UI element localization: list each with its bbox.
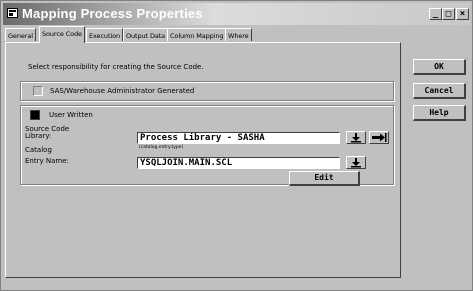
catalog-label: Catalog xyxy=(25,146,52,154)
minimize-button[interactable]: _ xyxy=(429,8,442,20)
edit-button[interactable]: Edit xyxy=(289,171,360,186)
tab-execution[interactable]: Execution xyxy=(86,28,123,41)
help-button[interactable]: Help xyxy=(413,105,466,121)
properties-window: Mapping Process Properties _ □ × General… xyxy=(0,0,473,291)
library-label: Library: xyxy=(25,132,52,140)
catalog-hint: (catalog.entry.type) xyxy=(139,145,184,150)
right-arrow-icon xyxy=(372,133,387,142)
tab-column-mapping[interactable]: Column Mapping xyxy=(167,28,227,41)
entry-name-select-button[interactable] xyxy=(346,156,366,169)
entry-name-field[interactable]: YSQLJOIN.MAIN.SCL xyxy=(137,157,340,169)
close-button[interactable]: × xyxy=(456,8,469,20)
instruction-text: Select responsibility for creating the S… xyxy=(28,63,204,71)
user-written-radio[interactable] xyxy=(30,110,40,120)
tab-general[interactable]: General xyxy=(5,28,36,41)
tab-where[interactable]: Where xyxy=(225,28,252,41)
user-written-label: User Written xyxy=(49,111,93,119)
library-select-button[interactable] xyxy=(346,131,366,144)
download-arrow-icon xyxy=(351,133,361,143)
ok-button[interactable]: OK xyxy=(413,59,466,75)
entry-name-label: Entry Name: xyxy=(25,157,69,165)
title-bar[interactable]: Mapping Process Properties _ □ × xyxy=(3,3,470,25)
library-field[interactable]: Process Library - SASHA xyxy=(137,132,340,144)
download-arrow-icon xyxy=(351,158,361,168)
source-code-panel: Select responsibility for creating the S… xyxy=(5,42,401,278)
app-icon xyxy=(7,8,18,18)
maximize-button[interactable]: □ xyxy=(442,8,455,20)
tab-output-data[interactable]: Output Data xyxy=(123,28,169,41)
user-written-group: User Written Source Code Library: Proces… xyxy=(20,105,394,186)
generated-option-group: SAS/Warehouse Administrator Generated xyxy=(20,81,394,101)
generated-radio[interactable] xyxy=(33,86,43,96)
library-goto-button[interactable] xyxy=(369,131,389,144)
tab-source-code[interactable]: Source Code xyxy=(39,26,85,43)
generated-option-label: SAS/Warehouse Administrator Generated xyxy=(50,87,195,95)
cancel-button[interactable]: Cancel xyxy=(413,83,466,99)
window-title: Mapping Process Properties xyxy=(22,6,203,21)
